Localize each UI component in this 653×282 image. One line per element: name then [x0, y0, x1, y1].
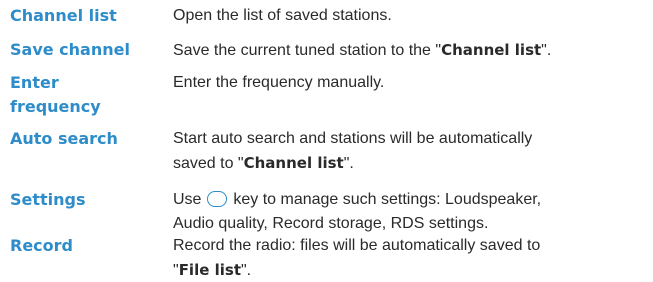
desc-settings-line2: Audio quality, Record storage, RDS setti… — [173, 215, 489, 232]
desc-auto-search-line1: Start auto search and stations will be a… — [173, 130, 533, 147]
desc-save-channel: Save the current tuned station to the "C… — [173, 39, 551, 62]
desc-enter-frequency: Enter the frequency manually. — [173, 74, 385, 91]
term-record: Record — [10, 236, 73, 255]
desc-save-channel-end: ". — [541, 42, 552, 59]
desc-channel-list: Open the list of saved stations. — [173, 7, 392, 24]
desc-save-channel-text: Save the current tuned station to the " — [173, 42, 442, 59]
menu-options-page: Channel list Open the list of saved stat… — [0, 0, 653, 281]
desc-settings-text-cont: key to manage such settings: Loudspeaker… — [228, 191, 542, 208]
desc-record-end: ". — [241, 262, 252, 279]
desc-auto-search-text: saved to " — [173, 155, 244, 172]
term-settings: Settings — [10, 190, 86, 209]
file-list-ref: File list — [178, 261, 241, 279]
desc-settings-text: Use — [173, 191, 206, 208]
desc-record-line2: "File list". — [173, 259, 251, 282]
channel-list-ref: Channel list — [441, 41, 542, 59]
term-enter-frequency-line1: Enter — [10, 73, 59, 92]
desc-settings-line1: Use key to manage such settings: Loudspe… — [173, 189, 541, 211]
term-enter-frequency-line2: frequency — [10, 97, 101, 116]
term-channel-list: Channel list — [10, 6, 117, 25]
desc-auto-search-end: ". — [343, 155, 354, 172]
desc-record-line1: Record the radio: files will be automati… — [173, 237, 541, 254]
options-key-icon — [206, 191, 227, 207]
channel-list-ref: Channel list — [243, 154, 344, 172]
term-save-channel: Save channel — [10, 40, 130, 59]
desc-auto-search-line2: saved to "Channel list". — [173, 152, 354, 175]
term-auto-search: Auto search — [10, 129, 118, 148]
